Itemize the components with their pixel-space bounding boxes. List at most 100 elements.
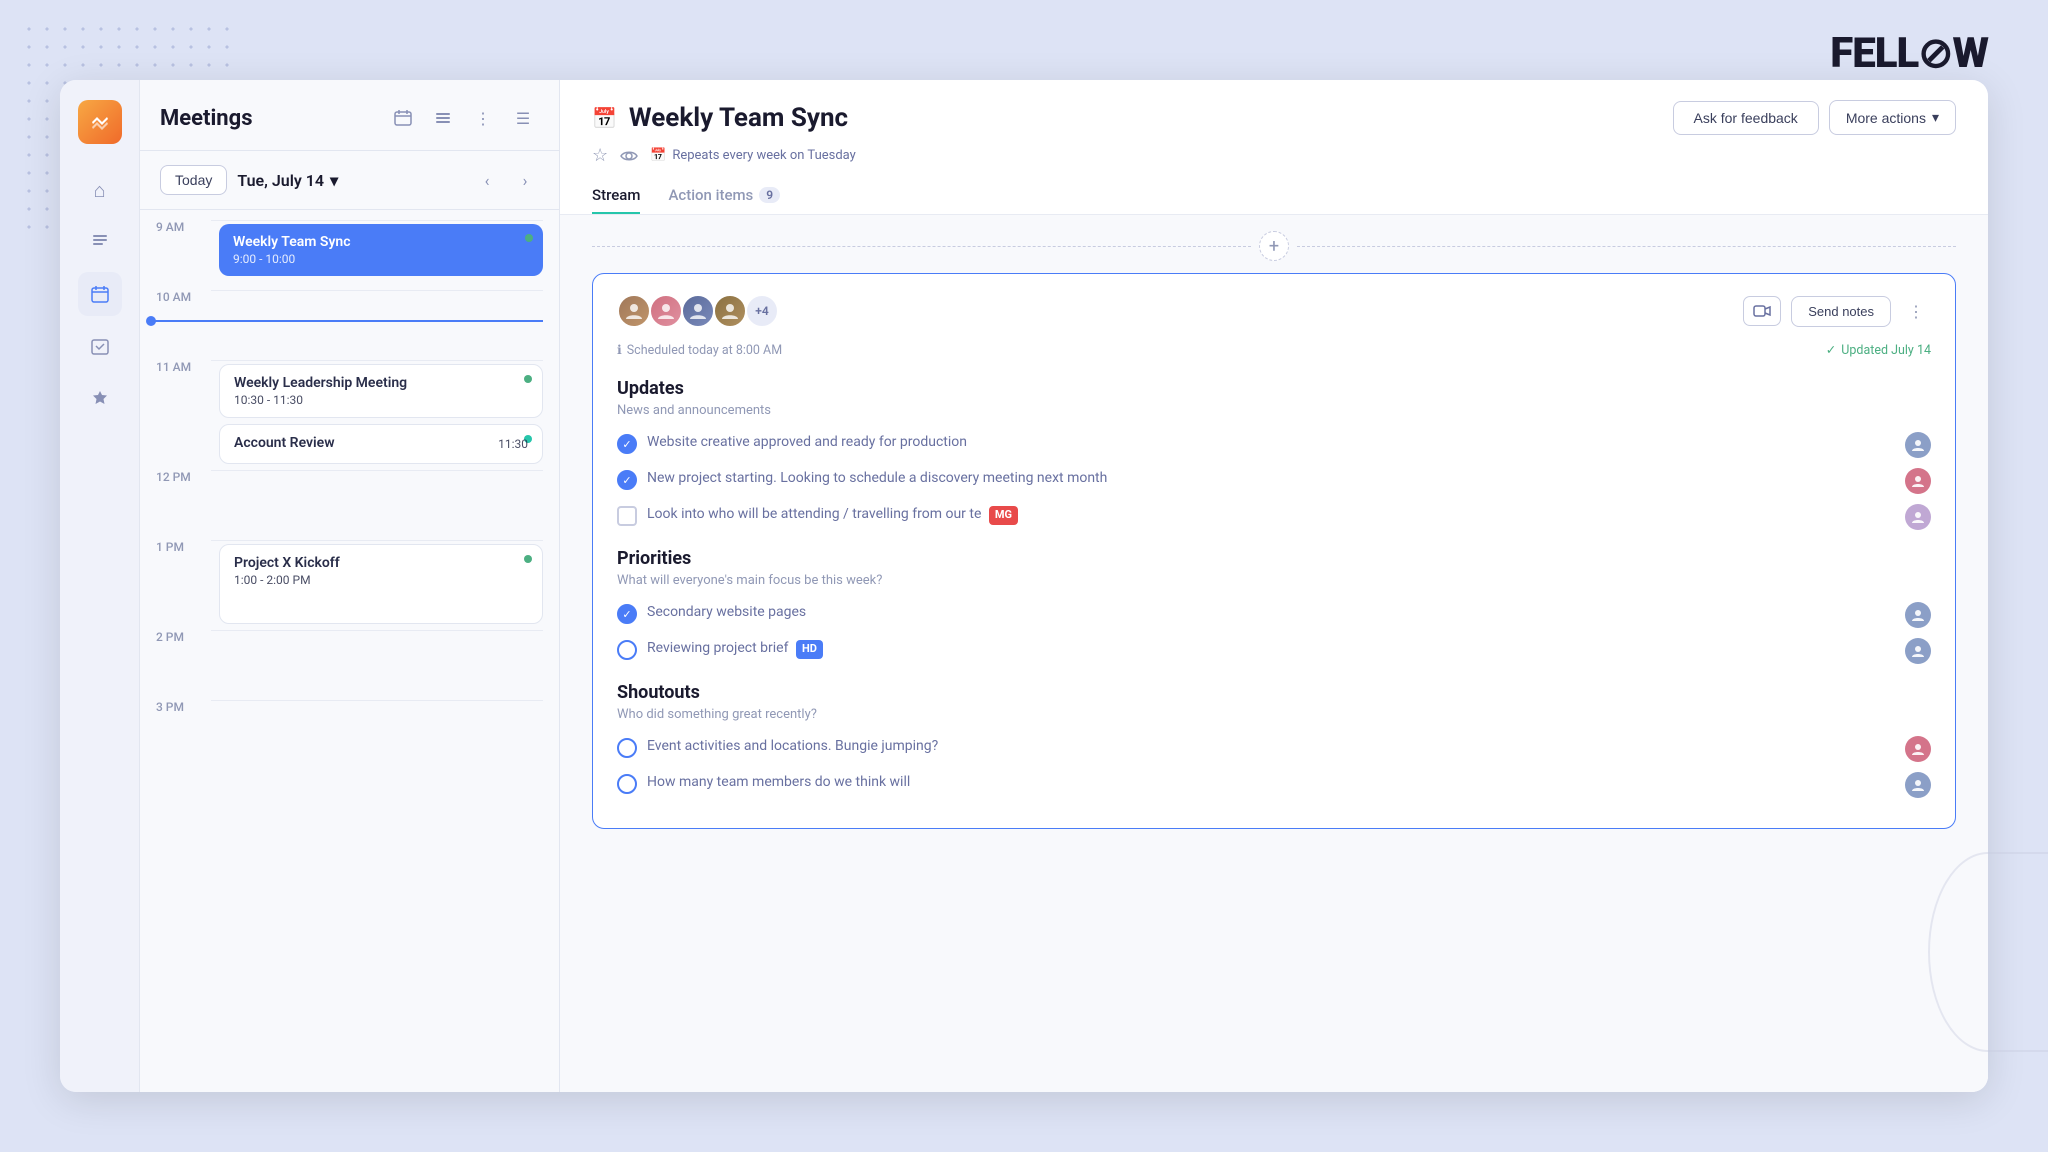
sidebar-item-home[interactable]: ⌂ bbox=[78, 168, 122, 212]
agenda-item-shoutouts-2: How many team members do we think will bbox=[617, 772, 1931, 798]
time-slot-9am: 9 AM Weekly Team Sync 9:00 - 10:00 bbox=[156, 220, 543, 290]
item-avatar-2 bbox=[1905, 468, 1931, 494]
avatar-4 bbox=[713, 294, 747, 328]
next-date-btn[interactable]: › bbox=[511, 166, 539, 194]
event-title-account-review: Account Review bbox=[234, 435, 335, 451]
agenda-item-3: Look into who will be attending / travel… bbox=[617, 504, 1931, 530]
check-icon-1[interactable] bbox=[617, 434, 637, 454]
section-updates-title: Updates bbox=[617, 378, 1931, 399]
sidebar-item-calendar[interactable] bbox=[78, 272, 122, 316]
meeting-title: Weekly Team Sync bbox=[629, 103, 848, 133]
event-account-review[interactable]: Account Review 11:30 bbox=[219, 424, 543, 464]
ask-feedback-button[interactable]: Ask for feedback bbox=[1673, 101, 1819, 135]
item-avatar-p2 bbox=[1905, 638, 1931, 664]
avatar-1 bbox=[617, 294, 651, 328]
prev-date-btn[interactable]: ‹ bbox=[473, 166, 501, 194]
item-avatar-3 bbox=[1905, 504, 1931, 530]
item-text-s2: How many team members do we think will bbox=[647, 772, 1895, 793]
more-actions-button[interactable]: More actions ▾ bbox=[1829, 100, 1956, 135]
card-header: +4 Send notes ⋮ bbox=[617, 294, 1931, 328]
time-slot-1pm: 1 PM Project X Kickoff 1:00 - 2:00 PM bbox=[156, 540, 543, 630]
item-text-3: Look into who will be attending / travel… bbox=[647, 504, 1895, 525]
meetings-header: Meetings ⋮ bbox=[140, 80, 559, 151]
check-icon-s2[interactable] bbox=[617, 774, 637, 794]
eye-icon[interactable] bbox=[620, 147, 638, 165]
item-avatar-s2 bbox=[1905, 772, 1931, 798]
today-button[interactable]: Today bbox=[160, 165, 227, 195]
repeat-badge: 📅 Repeats every week on Tuesday bbox=[650, 148, 856, 163]
video-button[interactable] bbox=[1743, 296, 1781, 326]
item-avatar-1 bbox=[1905, 432, 1931, 458]
item-text-p1: Secondary website pages bbox=[647, 602, 1895, 623]
event-title: Weekly Team Sync bbox=[233, 234, 529, 250]
section-priorities-title: Priorities bbox=[617, 548, 1931, 569]
menu-btn[interactable]: ☰ bbox=[507, 102, 539, 134]
events-area-10am bbox=[211, 290, 543, 350]
main-content: 📅 Weekly Team Sync Ask for feedback More… bbox=[560, 80, 1988, 1092]
section-priorities: Priorities What will everyone's main foc… bbox=[617, 548, 1931, 664]
events-area-2pm bbox=[211, 630, 543, 690]
agenda-item-2: New project starting. Looking to schedul… bbox=[617, 468, 1931, 494]
star-icon[interactable]: ☆ bbox=[592, 145, 608, 166]
action-items-badge: 9 bbox=[759, 187, 780, 203]
tag-badge-mg: MG bbox=[989, 506, 1018, 525]
check-icon-p2[interactable] bbox=[617, 640, 637, 660]
time-slot-10am: 10 AM bbox=[156, 290, 543, 360]
event-title-kickoff: Project X Kickoff bbox=[234, 555, 528, 571]
current-date-display[interactable]: Tue, July 14 ▾ bbox=[237, 171, 338, 190]
header-actions: Ask for feedback More actions ▾ bbox=[1673, 100, 1956, 135]
attendees-row: +4 bbox=[617, 294, 779, 328]
calendar-view-btn[interactable] bbox=[387, 102, 419, 134]
more-card-btn[interactable]: ⋮ bbox=[1901, 296, 1931, 326]
add-section-line-left bbox=[592, 246, 1251, 247]
current-time-dot bbox=[146, 316, 156, 326]
check-icon-2[interactable] bbox=[617, 470, 637, 490]
add-section-circle[interactable]: + bbox=[1259, 231, 1289, 261]
card-meta: ℹ Scheduled today at 8:00 AM ✓ Updated J… bbox=[617, 342, 1931, 358]
item-avatar-p1 bbox=[1905, 602, 1931, 628]
add-section-button[interactable]: + bbox=[592, 231, 1956, 261]
time-label-12pm: 12 PM bbox=[156, 470, 211, 484]
sidebar-item-feedback[interactable] bbox=[78, 376, 122, 420]
avatar-3 bbox=[681, 294, 715, 328]
meeting-header: 📅 Weekly Team Sync Ask for feedback More… bbox=[560, 80, 1988, 215]
section-shoutouts-title: Shoutouts bbox=[617, 682, 1931, 703]
send-notes-button[interactable]: Send notes bbox=[1791, 296, 1891, 327]
current-time-indicator bbox=[148, 320, 543, 322]
more-options-btn[interactable]: ⋮ bbox=[467, 102, 499, 134]
time-label-9am: 9 AM bbox=[156, 220, 211, 234]
agenda-item-1: Website creative approved and ready for … bbox=[617, 432, 1931, 458]
item-text-2: New project starting. Looking to schedul… bbox=[647, 468, 1895, 489]
agenda-item-priorities-1: Secondary website pages bbox=[617, 602, 1931, 628]
event-weekly-team-sync[interactable]: Weekly Team Sync 9:00 - 10:00 bbox=[219, 224, 543, 276]
event-title-leadership: Weekly Leadership Meeting bbox=[234, 375, 528, 391]
event-project-kickoff[interactable]: Project X Kickoff 1:00 - 2:00 PM bbox=[219, 544, 543, 624]
add-section-line-right bbox=[1297, 246, 1956, 247]
meetings-title: Meetings bbox=[160, 106, 253, 131]
time-label-2pm: 2 PM bbox=[156, 630, 211, 644]
app-container: ⌂ bbox=[60, 80, 1988, 1092]
list-view-btn[interactable] bbox=[427, 102, 459, 134]
sidebar-app-logo[interactable] bbox=[78, 100, 122, 144]
calendar-scroll: 9 AM Weekly Team Sync 9:00 - 10:00 10 AM bbox=[140, 210, 559, 1092]
event-weekly-leadership[interactable]: Weekly Leadership Meeting 10:30 - 11:30 bbox=[219, 364, 543, 418]
events-area-3pm bbox=[211, 700, 543, 760]
event-time-kickoff: 1:00 - 2:00 PM bbox=[234, 573, 528, 587]
time-slot-2pm: 2 PM bbox=[156, 630, 543, 700]
events-area-9am: Weekly Team Sync 9:00 - 10:00 bbox=[211, 220, 543, 282]
meetings-panel: Meetings ⋮ bbox=[140, 80, 560, 1092]
calendar-icon: 📅 bbox=[592, 106, 617, 130]
time-slot-12pm: 12 PM bbox=[156, 470, 543, 540]
check-icon-p1[interactable] bbox=[617, 604, 637, 624]
time-label-11am: 11 AM bbox=[156, 360, 211, 374]
item-text-1: Website creative approved and ready for … bbox=[647, 432, 1895, 453]
check-icon-s1[interactable] bbox=[617, 738, 637, 758]
tab-stream[interactable]: Stream bbox=[592, 178, 640, 214]
events-area-1pm: Project X Kickoff 1:00 - 2:00 PM bbox=[211, 540, 543, 630]
tab-action-items[interactable]: Action items 9 bbox=[668, 178, 780, 214]
section-updates: Updates News and announcements Website c… bbox=[617, 378, 1931, 530]
stream-content: + bbox=[560, 215, 1988, 1092]
check-icon-3[interactable] bbox=[617, 506, 637, 526]
sidebar-item-tasks[interactable] bbox=[78, 324, 122, 368]
sidebar-item-notes[interactable] bbox=[78, 220, 122, 264]
